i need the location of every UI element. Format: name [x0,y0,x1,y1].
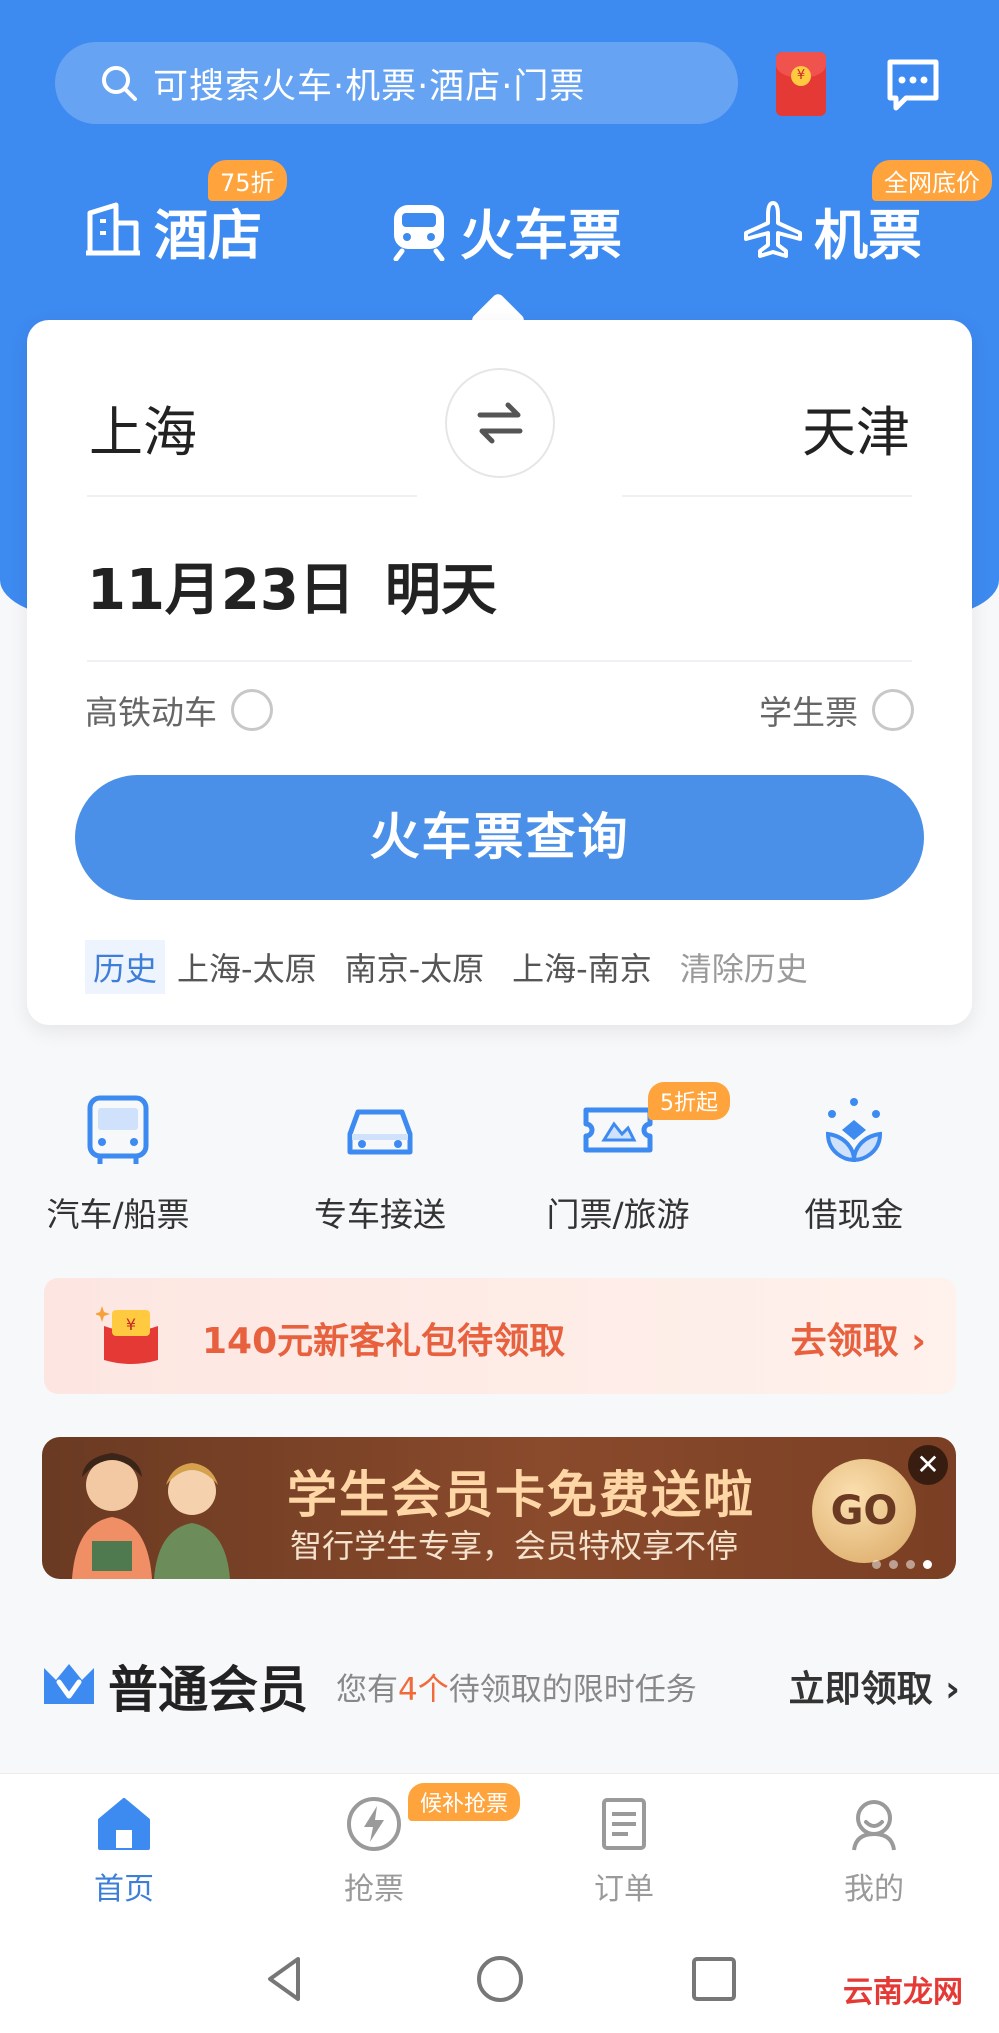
divider [87,660,912,662]
order-icon [602,1798,646,1850]
nav-label: 订单 [594,1872,654,1907]
student-radio[interactable] [872,689,914,731]
car-icon [347,1109,413,1155]
divider [87,495,417,497]
nav-label: 抢票 [344,1872,404,1907]
message-icon[interactable] [884,56,942,114]
from-city[interactable]: 上海 [89,388,197,467]
nav-label: 首页 [94,1872,154,1907]
students-illustration [72,1453,230,1579]
claim-tasks-link[interactable]: 立即领取 › [789,1660,960,1712]
banner-go-button[interactable]: GO [812,1459,916,1563]
bus-icon [87,1095,149,1164]
hotel-discount-badge: 75折 [208,160,287,201]
home-circle-icon[interactable] [472,1951,528,2007]
recent-apps-icon[interactable] [686,1951,742,2007]
highspeed-option[interactable]: 高铁动车 [85,686,273,734]
highspeed-radio[interactable] [231,689,273,731]
nav-grab-badge: 候补抢票 [408,1783,521,1821]
tab-train[interactable]: 火车票 [388,180,622,280]
member-section: 普通会员 您有4个待领取的限时任务 立即领取 › [40,1650,960,1722]
tab-flight-label: 机票 [814,203,922,267]
train-query-button[interactable]: 火车票查询 [75,775,924,900]
search-placeholder: 可搜索火车·机票·酒店·门票 [153,66,586,107]
service-label: 专车接送 [314,1195,446,1234]
search-card: 上海 天津 11月23日 明天 高铁动车 学生票 火车票查询 历史 上海-太原 南… [27,320,972,1025]
history-item[interactable]: 南京-太原 [345,944,485,990]
member-desc: 您有4个待领取的限时任务 [336,1671,697,1708]
swap-button[interactable] [445,368,555,478]
student-label: 学生票 [759,693,858,732]
banner-close-button[interactable]: ✕ [908,1445,948,1485]
history-tag: 历史 [85,940,166,994]
date-relative: 明天 [384,558,497,623]
to-city[interactable]: 天津 [802,388,910,467]
promo-text: 140元新客礼包待领取 [202,1321,566,1362]
student-option[interactable]: 学生票 [759,686,914,734]
plane-icon [744,201,802,258]
date-selector[interactable]: 11月23日 明天 [87,545,497,626]
new-user-promo[interactable]: ¥ 140元新客礼包待领取 去领取 › [44,1278,956,1394]
history-item[interactable]: 上海-太原 [177,944,317,990]
red-envelope-icon[interactable]: ¥ [776,52,826,116]
home-icon [98,1798,150,1850]
gift-icon: ¥ [96,1306,158,1364]
service-cash[interactable]: 借现金 [736,1090,972,1236]
banner-subtitle: 智行学生专享，会员特权享不停 [290,1527,739,1565]
service-label: 汽车/船票 [46,1195,190,1234]
banner-title: 学生会员卡免费送啦 [287,1466,755,1524]
nav-label: 我的 [844,1872,904,1907]
svg-text:¥: ¥ [126,1315,136,1334]
student-card-banner[interactable]: 学生会员卡免费送啦 智行学生专享，会员特权享不停 GO ✕ [42,1437,956,1579]
history-item[interactable]: 上海-南京 [512,944,652,990]
tab-train-label: 火车票 [460,203,622,267]
nav-profile[interactable]: 我的 [774,1794,974,1908]
divider [622,495,912,497]
search-bar[interactable]: 可搜索火车·机票·酒店·门票 [55,42,738,124]
service-bus[interactable]: 汽车/船票 [0,1090,236,1236]
service-label: 门票/旅游 [546,1195,690,1234]
search-history: 历史 上海-太原 南京-太原 上海-南京 清除历史 [85,940,808,994]
ticket-discount-badge: 5折起 [648,1082,730,1120]
task-count: 4个 [398,1671,449,1708]
train-icon [393,205,445,261]
clear-history-button[interactable]: 清除历史 [680,944,808,990]
date-value: 11月23日 [87,558,355,623]
lightning-icon [347,1797,401,1851]
profile-icon [852,1800,896,1851]
service-label: 借现金 [804,1195,904,1234]
promo-claim-link[interactable]: 去领取 › [791,1312,926,1364]
carousel-dots [872,1560,932,1569]
crown-icon [44,1664,94,1704]
swap-icon [477,402,523,444]
system-nav-bar: 云南龙网 [0,1923,999,2033]
tab-hotel-label: 酒店 [154,203,262,267]
member-title: 普通会员 [108,1661,308,1719]
service-car[interactable]: 专车接送 [262,1090,498,1236]
cash-icon [825,1098,883,1163]
ticket-icon [583,1107,653,1153]
highspeed-label: 高铁动车 [85,693,217,732]
hotel-icon [86,202,140,256]
nav-home[interactable]: 首页 [24,1794,224,1908]
back-icon[interactable] [258,1951,314,2007]
nav-orders[interactable]: 订单 [524,1794,724,1908]
search-icon [102,66,137,101]
flight-price-badge: 全网底价 [872,160,992,201]
watermark: 云南龙网 [837,1965,969,2013]
